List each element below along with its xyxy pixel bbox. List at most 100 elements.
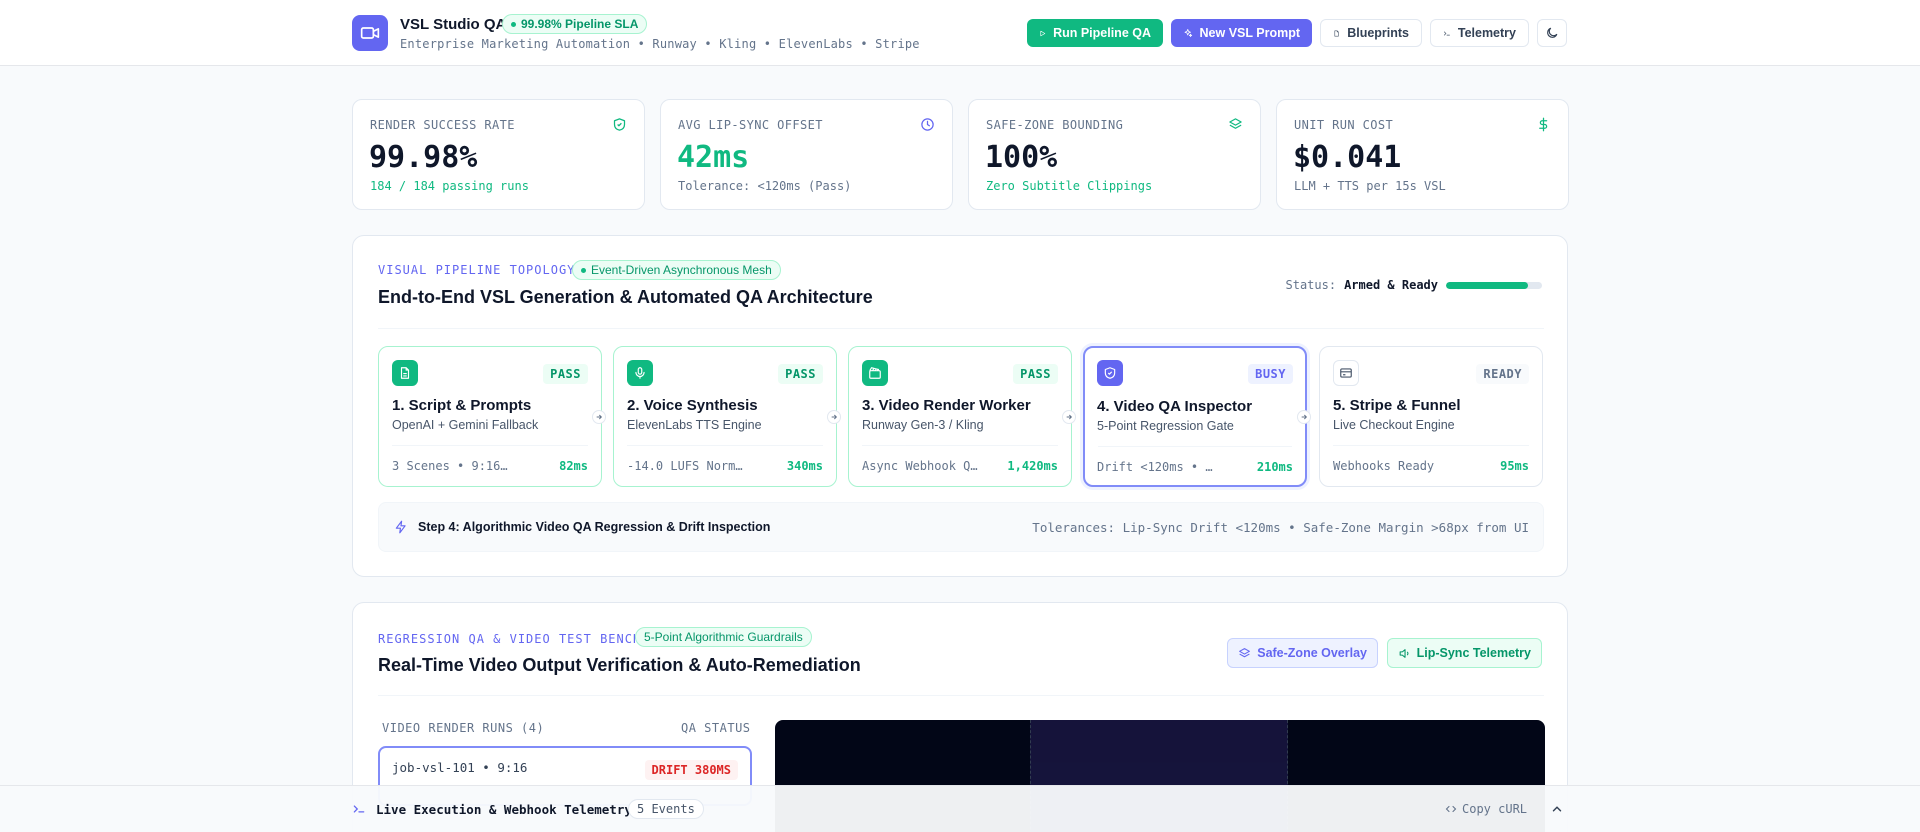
terminal-icon [1443, 31, 1450, 35]
stat-safe-zone: SAFE-ZONE BOUNDING 100% Zero Subtitle Cl… [968, 99, 1261, 210]
moon-icon [1547, 27, 1558, 38]
blueprints-button[interactable]: Blueprints [1320, 19, 1422, 47]
stage-card-script[interactable]: PASS 1. Script & Prompts OpenAI + Gemini… [378, 346, 602, 487]
status-badge: PASS [1013, 364, 1058, 384]
stage-latency: 1,420ms [1007, 459, 1058, 473]
stage-title: 3. Video Render Worker [862, 397, 1031, 414]
terminal-icon [352, 802, 366, 821]
dollar-icon [1536, 117, 1551, 137]
stat-label: AVG LIP-SYNC OFFSET [678, 118, 823, 132]
stage-card-voice[interactable]: PASS 2. Voice Synthesis ElevenLabs TTS E… [613, 346, 837, 487]
layers-icon [1239, 647, 1251, 657]
stage-footer: 3 Scenes • 9:16 Vertical [392, 459, 512, 473]
stage-card-stripe[interactable]: READY 5. Stripe & Funnel Live Checkout E… [1319, 346, 1543, 487]
stage-title: 5. Stripe & Funnel [1333, 397, 1461, 414]
status-badge: PASS [543, 364, 588, 384]
status-label: Status: [1285, 278, 1337, 292]
theme-toggle-button[interactable] [1537, 19, 1567, 47]
section-title: End-to-End VSL Generation & Automated QA… [378, 287, 873, 307]
video-camera-icon [352, 15, 388, 51]
run-pipeline-qa-button[interactable]: Run Pipeline QA [1027, 19, 1163, 47]
copy-curl-button[interactable]: Copy cURL [1445, 802, 1527, 816]
status-badge: PASS [778, 364, 823, 384]
stage-latency: 95ms [1500, 459, 1529, 473]
guardrails-tag: 5-Point Algorithmic Guardrails [635, 627, 812, 647]
arrow-right-icon [592, 410, 606, 424]
stat-value: 42ms [677, 140, 750, 175]
stat-render-success: RENDER SUCCESS RATE 99.98% 184 / 184 pas… [352, 99, 645, 210]
sla-badge: 99.98% Pipeline SLA [502, 14, 648, 34]
stage-card-qa-inspector[interactable]: BUSY 4. Video QA Inspector 5-Point Regre… [1083, 346, 1307, 487]
stage-footer: Webhooks Ready [1333, 459, 1435, 473]
footer-title: Live Execution & Webhook Telemetry [376, 802, 632, 817]
stage-title: 4. Video QA Inspector [1097, 398, 1253, 415]
stage-title: 1. Script & Prompts [392, 397, 532, 414]
app-title: VSL Studio QA [400, 16, 507, 33]
clock-icon [920, 117, 935, 137]
stage-title: 2. Voice Synthesis [627, 397, 758, 414]
clapperboard-icon [862, 360, 888, 386]
arrow-right-icon [1062, 410, 1076, 424]
stage-subtitle: ElevenLabs TTS Engine [627, 418, 762, 432]
code-icon [1445, 805, 1457, 813]
chevron-up-icon[interactable] [1550, 802, 1564, 821]
telemetry-footer[interactable]: Live Execution & Webhook Telemetry 5 Eve… [0, 785, 1920, 832]
stage-subtitle: Live Checkout Engine [1333, 418, 1455, 432]
sparkles-icon [1184, 29, 1193, 37]
app-subtitle: Enterprise Marketing Automation • Runway… [400, 37, 920, 51]
stage-footer: -14.0 LUFS Normalized [627, 459, 747, 473]
document-icon [392, 360, 418, 386]
credit-card-icon [1333, 360, 1359, 386]
shield-icon [1097, 360, 1123, 386]
stage-subtitle: OpenAI + Gemini Fallback [392, 418, 539, 432]
stage-latency: 210ms [1256, 460, 1293, 474]
layers-icon [1228, 117, 1243, 137]
qa-status-header: QA STATUS [681, 721, 751, 735]
section-eyebrow: REGRESSION QA & VIDEO TEST BENCH [378, 632, 642, 646]
pipeline-status: Status: Armed & Ready [1285, 278, 1542, 292]
arrow-right-icon [827, 410, 841, 424]
qa-status-badge: DRIFT 380MS [644, 760, 738, 780]
stat-lip-sync: AVG LIP-SYNC OFFSET 42ms Tolerance: <120… [660, 99, 953, 210]
stage-latency: 82ms [559, 459, 588, 473]
status-value: Armed & Ready [1344, 278, 1438, 292]
microphone-icon [627, 360, 653, 386]
pipeline-topology-panel: VISUAL PIPELINE TOPOLOGY Event-Driven As… [352, 235, 1568, 577]
stat-sub: LLM + TTS per 15s VSL [1294, 179, 1446, 193]
stat-sub: Zero Subtitle Clippings [986, 179, 1153, 193]
stat-label: UNIT RUN COST [1294, 118, 1394, 132]
mesh-tag: Event-Driven Asynchronous Mesh [572, 260, 781, 280]
stat-value: $0.041 [1293, 140, 1402, 175]
stat-label: SAFE-ZONE BOUNDING [986, 118, 1124, 132]
section-eyebrow: VISUAL PIPELINE TOPOLOGY [378, 263, 576, 277]
active-step-title: Step 4: Algorithmic Video QA Regression … [418, 520, 771, 534]
stat-value: 100% [985, 140, 1058, 175]
speaker-icon [1399, 648, 1409, 658]
play-icon [1040, 30, 1046, 36]
run-id: job-vsl-101 • 9:16 [392, 760, 528, 775]
status-badge: READY [1476, 364, 1529, 384]
stat-label: RENDER SUCCESS RATE [370, 118, 515, 132]
readiness-bar [1446, 281, 1542, 289]
lightning-icon [394, 520, 408, 539]
app-header: VSL Studio QA 99.98% Pipeline SLA Enterp… [0, 0, 1920, 66]
arrow-right-icon [1297, 410, 1311, 424]
stat-sub: 184 / 184 passing runs [370, 179, 529, 193]
shield-check-icon [612, 117, 627, 137]
stat-sub: Tolerance: <120ms (Pass) [678, 179, 852, 193]
stat-unit-cost: UNIT RUN COST $0.041 LLM + TTS per 15s V… [1276, 99, 1569, 210]
lip-sync-telemetry-toggle[interactable]: Lip-Sync Telemetry [1386, 638, 1542, 668]
tolerances-text: Tolerances: Lip-Sync Drift <120ms • Safe… [1032, 520, 1529, 535]
new-vsl-prompt-button[interactable]: New VSL Prompt [1171, 19, 1312, 47]
stage-card-render[interactable]: PASS 3. Video Render Worker Runway Gen-3… [848, 346, 1072, 487]
stage-subtitle: Runway Gen-3 / Kling [862, 418, 984, 432]
status-badge: BUSY [1248, 364, 1293, 384]
stage-footer: Async Webhook Queue [862, 459, 982, 473]
events-count-badge: 5 Events [628, 799, 704, 819]
stat-value: 99.98% [369, 140, 478, 175]
runs-header: VIDEO RENDER RUNS (4) [382, 721, 545, 735]
file-icon [1334, 30, 1339, 36]
active-step-bar: Step 4: Algorithmic Video QA Regression … [378, 502, 1544, 552]
telemetry-button[interactable]: Telemetry [1430, 19, 1529, 47]
safe-zone-overlay-toggle[interactable]: Safe-Zone Overlay [1227, 638, 1378, 668]
